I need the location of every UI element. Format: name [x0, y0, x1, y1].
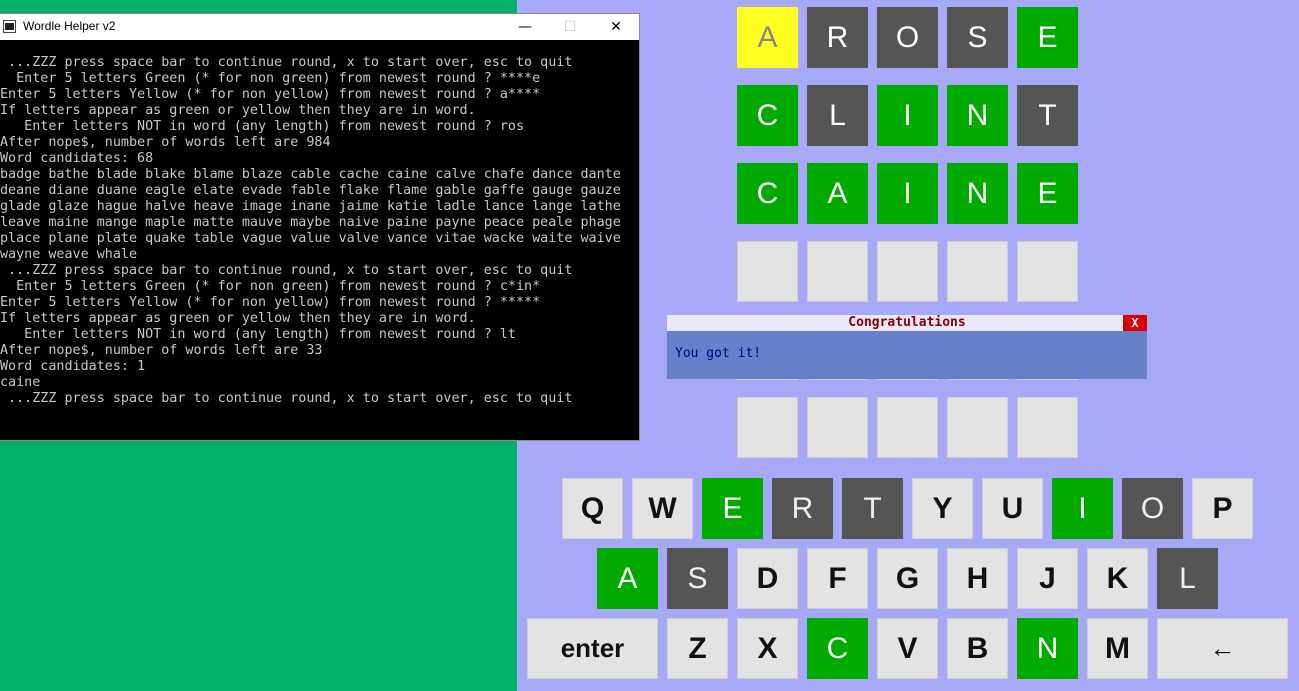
- console-line: If letters appear as green or yellow the…: [0, 311, 476, 326]
- console-line: ...ZZZ press space bar to continue round…: [0, 391, 573, 406]
- board-tile: [737, 241, 798, 302]
- board-tile: N: [947, 163, 1008, 224]
- console-app-icon: [3, 20, 16, 33]
- board-tile: R: [807, 7, 868, 68]
- maximize-button[interactable]: ☐: [547, 14, 593, 40]
- key-p[interactable]: P: [1192, 478, 1253, 539]
- dialog-close-button[interactable]: X: [1123, 315, 1147, 331]
- console-line: caine: [0, 375, 41, 390]
- key-x[interactable]: X: [737, 618, 798, 679]
- board-tile: [1017, 241, 1078, 302]
- board-tile: [877, 241, 938, 302]
- key-a[interactable]: A: [597, 548, 658, 609]
- key-j[interactable]: J: [1017, 548, 1078, 609]
- key-n[interactable]: N: [1017, 618, 1078, 679]
- board-tile: C: [737, 85, 798, 146]
- board-tile: L: [807, 85, 868, 146]
- key-b[interactable]: B: [947, 618, 1008, 679]
- board-tile: [1017, 397, 1078, 458]
- console-window: Wordle Helper v2 — ☐ ✕ ...ZZZ press spac…: [0, 14, 639, 440]
- key-q[interactable]: Q: [562, 478, 623, 539]
- console-output: ...ZZZ press space bar to continue round…: [0, 55, 639, 407]
- board-tile: [807, 397, 868, 458]
- key-k[interactable]: K: [1087, 548, 1148, 609]
- board-tile: N: [947, 85, 1008, 146]
- console-line: Enter 5 letters Yellow (* for non yellow…: [0, 87, 541, 102]
- key-c[interactable]: C: [807, 618, 868, 679]
- console-line: ...ZZZ press space bar to continue round…: [0, 263, 573, 278]
- enter-key[interactable]: enter: [527, 618, 658, 679]
- console-line: If letters appear as green or yellow the…: [0, 103, 476, 118]
- key-y[interactable]: Y: [912, 478, 973, 539]
- dialog-title: Congratulations: [667, 315, 1147, 331]
- board-tile: A: [807, 163, 868, 224]
- board-tile: S: [947, 7, 1008, 68]
- console-line: Enter letters NOT in word (any length) f…: [0, 119, 525, 134]
- console-line: badge bathe blade blake blame blaze cabl…: [0, 167, 621, 182]
- console-line: glade glaze hague halve heave image inan…: [0, 199, 621, 214]
- key-t[interactable]: T: [842, 478, 903, 539]
- board-tile: [737, 397, 798, 458]
- key-l[interactable]: L: [1157, 548, 1218, 609]
- backspace-key[interactable]: ←: [1157, 618, 1288, 679]
- key-d[interactable]: D: [737, 548, 798, 609]
- console-line: place plane plate quake table vague valu…: [0, 231, 621, 246]
- key-o[interactable]: O: [1122, 478, 1183, 539]
- board-tile: [947, 397, 1008, 458]
- key-g[interactable]: G: [877, 548, 938, 609]
- console-line: Word candidates: 68: [0, 151, 154, 166]
- console-line: Enter 5 letters Green (* for non green) …: [0, 71, 541, 86]
- key-w[interactable]: W: [632, 478, 693, 539]
- console-line: Enter letters NOT in word (any length) f…: [0, 327, 516, 342]
- board-tile: T: [1017, 85, 1078, 146]
- board-tile: C: [737, 163, 798, 224]
- board-tile: [877, 397, 938, 458]
- console-line: wayne weave whale: [0, 247, 138, 262]
- board-tile: E: [1017, 163, 1078, 224]
- board-tile: [807, 241, 868, 302]
- dialog-message: You got it!: [675, 346, 762, 361]
- close-button[interactable]: ✕: [593, 14, 639, 40]
- key-e[interactable]: E: [702, 478, 763, 539]
- console-line: leave maine mange maple matte mauve mayb…: [0, 215, 621, 230]
- console-line: After nope$, number of words left are 33: [0, 343, 323, 358]
- key-f[interactable]: F: [807, 548, 868, 609]
- window-titlebar[interactable]: Wordle Helper v2 — ☐ ✕: [0, 14, 639, 40]
- board-tile: A: [737, 7, 798, 68]
- key-u[interactable]: U: [982, 478, 1043, 539]
- console-line: Word candidates: 1: [0, 359, 146, 374]
- key-v[interactable]: V: [877, 618, 938, 679]
- window-title: Wordle Helper v2: [23, 19, 116, 33]
- console-line: Enter 5 letters Yellow (* for non yellow…: [0, 295, 541, 310]
- key-h[interactable]: H: [947, 548, 1008, 609]
- console-line: ...ZZZ press space bar to continue round…: [0, 55, 573, 70]
- console-line: deane diane duane eagle elate evade fabl…: [0, 183, 621, 198]
- minimize-button[interactable]: —: [502, 14, 548, 40]
- key-z[interactable]: Z: [667, 618, 728, 679]
- congratulations-dialog: Congratulations X You got it!: [667, 315, 1147, 379]
- key-i[interactable]: I: [1052, 478, 1113, 539]
- console-line: Enter 5 letters Green (* for non green) …: [0, 279, 541, 294]
- board-tile: [947, 241, 1008, 302]
- board-tile: E: [1017, 7, 1078, 68]
- console-line: After nope$, number of words left are 98…: [0, 135, 331, 150]
- board-tile: O: [877, 7, 938, 68]
- key-m[interactable]: M: [1087, 618, 1148, 679]
- board-tile: I: [877, 85, 938, 146]
- key-s[interactable]: S: [667, 548, 728, 609]
- board-tile: I: [877, 163, 938, 224]
- key-r[interactable]: R: [772, 478, 833, 539]
